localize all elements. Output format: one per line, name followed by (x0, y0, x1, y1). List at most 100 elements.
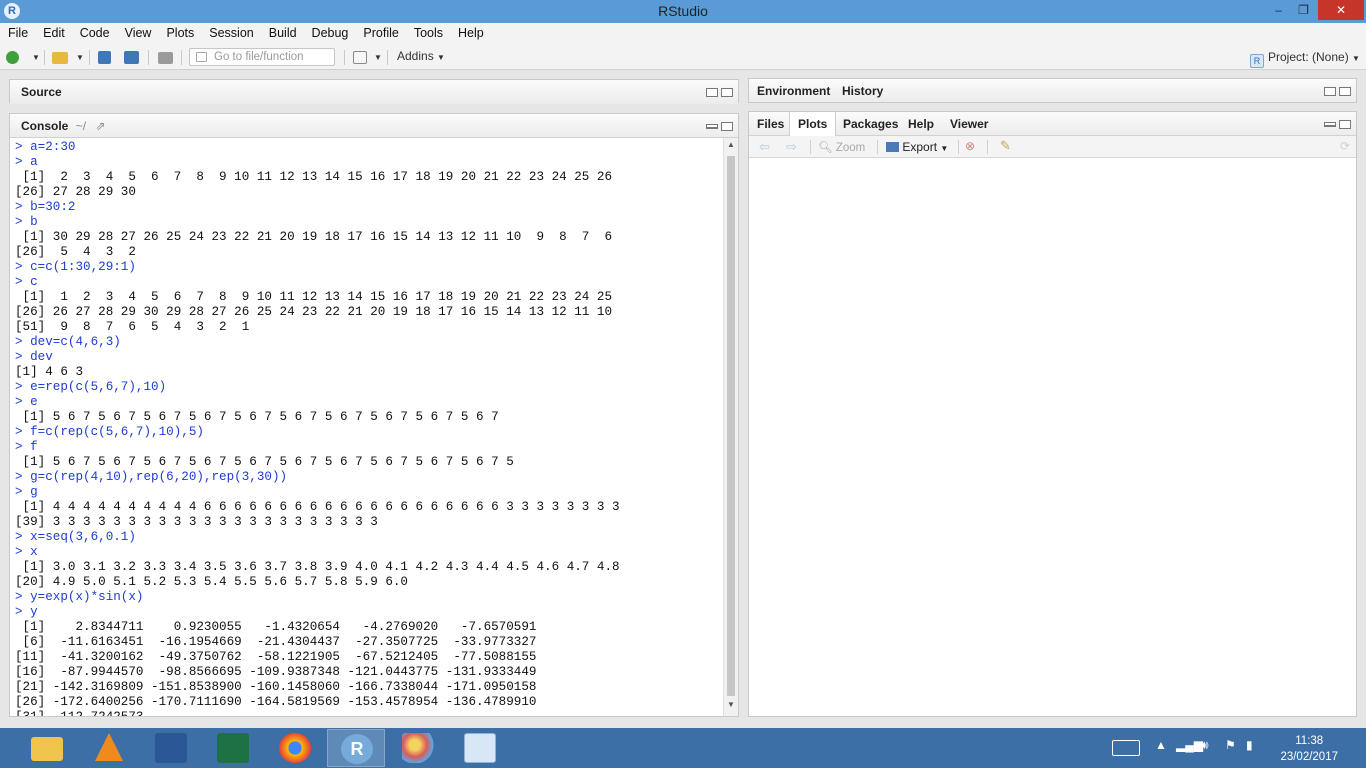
title-bar: R RStudio – ❐ ✕ (0, 0, 1366, 23)
keyboard-icon[interactable] (1112, 740, 1140, 756)
project-menu[interactable]: R Project: (None) ▼ (1250, 50, 1360, 68)
remove-plot-icon[interactable]: ⊗ (965, 139, 975, 153)
scroll-up-icon[interactable]: ▲ (724, 140, 738, 154)
restore-pane-icon[interactable] (1324, 87, 1336, 96)
tab-files[interactable]: Files (749, 112, 792, 136)
tab-environment[interactable]: Environment (749, 79, 838, 103)
environment-pane: Environment History (748, 78, 1357, 103)
tab-viewer[interactable]: Viewer (942, 112, 996, 136)
console-output-line: [26] 27 28 29 30 (15, 185, 136, 199)
restore-pane-icon[interactable] (706, 88, 718, 97)
console-command-line: > g (15, 485, 38, 499)
open-dropdown-icon[interactable]: ▼ (76, 53, 84, 70)
taskbar-vlc[interactable] (80, 729, 138, 767)
installer-icon (464, 733, 496, 763)
taskbar-rstudio[interactable]: R (327, 729, 385, 767)
menu-debug[interactable]: Debug (304, 23, 356, 40)
taskbar-installer[interactable] (451, 729, 509, 767)
next-plot-icon[interactable]: ⇨ (786, 139, 797, 155)
menu-session[interactable]: Session (201, 23, 260, 40)
console-output-line: [1] 2 3 4 5 6 7 8 9 10 11 12 13 14 15 16… (15, 170, 613, 184)
print-icon[interactable] (158, 52, 173, 64)
refresh-icon[interactable]: ⟳ (1340, 139, 1350, 153)
new-file-icon[interactable] (6, 51, 19, 64)
menu-edit[interactable]: Edit (35, 23, 72, 40)
console-output-line: [1] 1 2 3 4 5 6 7 8 9 10 11 12 13 14 15 … (15, 290, 613, 304)
menu-plots[interactable]: Plots (158, 23, 201, 40)
menu-file[interactable]: File (0, 23, 35, 40)
console-command-line: > c (15, 275, 38, 289)
project-icon: R (1250, 54, 1264, 68)
go-to-file-input[interactable]: Go to file/function (189, 48, 335, 66)
action-center-flag-icon[interactable]: ⚑ (1225, 738, 1236, 752)
save-all-icon[interactable] (124, 51, 139, 64)
console-command-line: > f=c(rep(c(5,6,7),10),5) (15, 425, 204, 439)
taskbar-chrome[interactable] (266, 729, 324, 767)
taskbar-clock[interactable]: 11:38 23/02/2017 (1280, 733, 1338, 765)
tab-history[interactable]: History (834, 79, 891, 103)
maximize-button[interactable]: ❐ (1290, 0, 1317, 20)
minimize-button[interactable]: – (1265, 0, 1292, 20)
grid-layout-icon[interactable] (353, 51, 367, 64)
console-output-line: [6] -11.6163451 -16.1954669 -21.4304437 … (15, 635, 537, 649)
console-pane: Console ~/ ⇗ > a=2:30 > a [1] 2 3 4 5 6 7… (9, 113, 739, 717)
export-icon (886, 142, 899, 152)
window-title: RStudio (658, 3, 708, 19)
maximize-pane-icon[interactable] (1339, 120, 1351, 129)
previous-plot-icon[interactable]: ⇦ (759, 139, 770, 155)
open-folder-icon[interactable] (52, 52, 68, 64)
menu-build[interactable]: Build (261, 23, 304, 40)
console-tab[interactable]: Console ~/ ⇗ (21, 119, 105, 133)
console-command-line: > b (15, 215, 38, 229)
new-file-dropdown-icon[interactable]: ▼ (32, 53, 40, 70)
console-output[interactable]: > a=2:30 > a [1] 2 3 4 5 6 7 8 9 10 11 12… (10, 138, 723, 716)
minimize-pane-icon[interactable] (1324, 122, 1336, 127)
layout-dropdown-icon[interactable]: ▼ (374, 53, 382, 70)
console-command-line: > y=exp(x)*sin(x) (15, 590, 144, 604)
vlc-cone-icon (95, 733, 123, 761)
maximize-pane-icon[interactable] (721, 88, 733, 97)
source-pane: Source (9, 79, 739, 104)
console-command-line: > b=30:2 (15, 200, 76, 214)
show-hidden-icons-icon[interactable]: ▲ (1155, 738, 1167, 752)
save-icon[interactable] (98, 51, 111, 64)
menu-view[interactable]: View (117, 23, 159, 40)
console-scrollbar[interactable]: ▲ ▼ (723, 138, 738, 716)
chrome-icon (279, 733, 311, 763)
export-menu[interactable]: Export ▼ (886, 140, 948, 154)
console-output-line: [1] 4 6 3 (15, 365, 84, 379)
taskbar-excel[interactable] (204, 729, 262, 767)
maximize-pane-icon[interactable] (1339, 87, 1351, 96)
zoom-button[interactable]: 🔍︎ Zoom (818, 140, 865, 154)
console-command-line: > g=c(rep(4,10),rep(6,20),rep(3,30)) (15, 470, 288, 484)
clear-plots-broom-icon[interactable]: ✎ (1000, 138, 1011, 154)
console-output-line: [26] 5 4 3 2 (15, 245, 136, 259)
console-output-line: [1] 3.0 3.1 3.2 3.3 3.4 3.5 3.6 3.7 3.8 … (15, 560, 620, 574)
taskbar-paint[interactable] (389, 729, 447, 767)
console-output-line: [1] 5 6 7 5 6 7 5 6 7 5 6 7 5 6 7 5 6 7 … (15, 410, 499, 424)
tab-packages[interactable]: Packages (835, 112, 906, 136)
taskbar-word[interactable] (142, 729, 200, 767)
windows-taskbar: R ▲ ▂▄▆ 🔊︎ ⚑ ▮ 11:38 23/02/2017 (0, 728, 1366, 768)
menu-tools[interactable]: Tools (406, 23, 450, 40)
menu-code[interactable]: Code (72, 23, 117, 40)
menu-profile[interactable]: Profile (355, 23, 405, 40)
scroll-down-icon[interactable]: ▼ (724, 700, 738, 714)
addins-menu[interactable]: Addins ▼ (397, 49, 445, 66)
scroll-thumb[interactable] (727, 156, 735, 696)
console-working-directory: ~/ (75, 119, 87, 133)
console-output-line: [20] 4.9 5.0 5.1 5.2 5.3 5.4 5.5 5.6 5.7… (15, 575, 408, 589)
close-button[interactable]: ✕ (1318, 0, 1364, 20)
network-signal-icon[interactable]: ▂▄▆ (1176, 738, 1203, 752)
menu-help[interactable]: Help (450, 23, 491, 40)
taskbar-file-explorer[interactable] (18, 729, 76, 767)
battery-icon[interactable]: ▮ (1246, 738, 1253, 752)
tab-help[interactable]: Help (900, 112, 942, 136)
console-output-line: [1] 30 29 28 27 26 25 24 23 22 21 20 19 … (15, 230, 613, 244)
console-command-line: > f (15, 440, 38, 454)
tab-plots[interactable]: Plots (789, 112, 837, 137)
excel-icon (217, 733, 249, 763)
minimize-pane-icon[interactable] (706, 124, 718, 129)
maximize-pane-icon[interactable] (721, 122, 733, 131)
volume-icon[interactable]: 🔊︎ (1201, 738, 1209, 753)
